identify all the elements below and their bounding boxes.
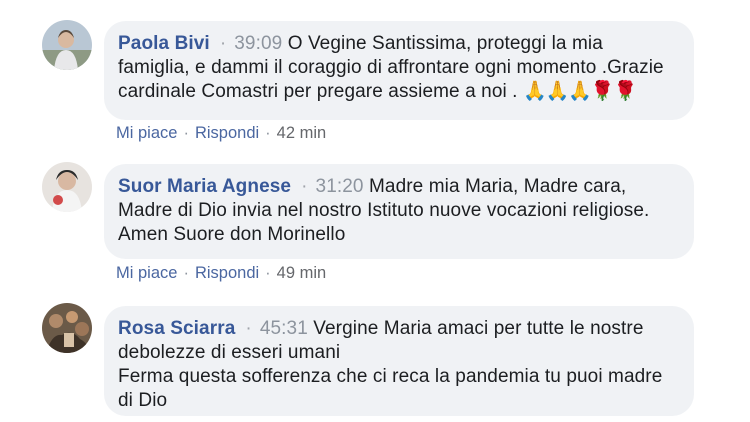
author-name[interactable]: Rosa Sciarra bbox=[118, 318, 235, 339]
comment-text-line: Madre di Dio invia nel nostro Istituto n… bbox=[118, 200, 650, 221]
avatar-photo-icon bbox=[42, 303, 92, 353]
comment-text-line: O Vegine Santissima, proteggi la mia bbox=[287, 33, 603, 54]
separator: · bbox=[265, 264, 271, 282]
separator: · bbox=[219, 33, 227, 54]
separator: · bbox=[245, 318, 252, 339]
avatar[interactable] bbox=[42, 303, 92, 353]
avatar[interactable] bbox=[42, 162, 92, 212]
timestamp[interactable]: 45:31 bbox=[260, 318, 308, 339]
comment-text-line: Madre mia Maria, Madre cara, bbox=[368, 176, 627, 197]
separator: · bbox=[301, 176, 308, 197]
comment-bubble: Paola Bivi · 39:09 O Vegine Santissima, pr… bbox=[104, 21, 694, 120]
like-button[interactable]: Mi piace bbox=[116, 264, 177, 282]
comment-text-line: cardinale Comastri per pregare assieme a… bbox=[118, 81, 523, 102]
comment-text-line: debolezze di esseri umani bbox=[118, 342, 341, 363]
timestamp[interactable]: 31:20 bbox=[316, 176, 364, 197]
separator: · bbox=[183, 124, 189, 142]
avatar-photo-icon bbox=[42, 162, 92, 212]
comment-text-line: Vergine Maria amaci per tutte le nostre bbox=[313, 318, 644, 339]
avatar-photo-icon bbox=[42, 20, 92, 70]
author-name[interactable]: Suor Maria Agnese bbox=[118, 176, 291, 197]
separator: · bbox=[265, 124, 271, 142]
reply-button[interactable]: Rispondi bbox=[195, 264, 259, 282]
comment-actions: Mi piace · Rispondi · 42 min bbox=[116, 124, 326, 143]
timestamp[interactable]: 39:09 bbox=[234, 33, 282, 54]
author-name[interactable]: Paola Bivi bbox=[118, 33, 210, 54]
comment-age[interactable]: 42 min bbox=[277, 124, 327, 142]
reply-button[interactable]: Rispondi bbox=[195, 124, 259, 142]
comment-text-line: di Dio bbox=[118, 390, 168, 411]
comment-bubble: Suor Maria Agnese · 31:20 Madre mia Maria,… bbox=[104, 164, 694, 259]
comment-actions: Mi piace · Rispondi · 49 min bbox=[116, 264, 326, 283]
comment-text-line: famiglia, e dammi il coraggio di affront… bbox=[118, 57, 664, 78]
prayer-rose-emoji-icon: 🙏🙏🙏🌹🌹 bbox=[522, 81, 637, 102]
comment-bubble: Rosa Sciarra · 45:31 Vergine Maria amaci p… bbox=[104, 306, 694, 416]
comment-text-line: Ferma questa sofferenza che ci reca la p… bbox=[118, 366, 663, 387]
comment-age[interactable]: 49 min bbox=[277, 264, 327, 282]
like-button[interactable]: Mi piace bbox=[116, 124, 177, 142]
avatar[interactable] bbox=[42, 20, 92, 70]
comment-text-line: Amen Suore don Morinello bbox=[118, 224, 346, 245]
separator: · bbox=[183, 264, 189, 282]
